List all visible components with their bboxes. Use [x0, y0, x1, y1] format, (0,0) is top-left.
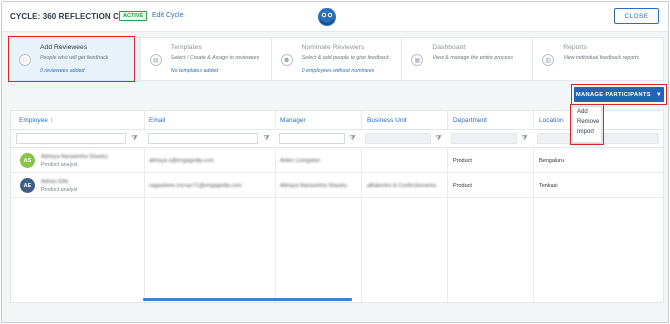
- step-status: 0 employees without nominees: [301, 68, 375, 74]
- dashboard-icon: ▦: [411, 54, 424, 66]
- employee-location: Tenkasi: [539, 183, 558, 189]
- employee-role: Product analyst: [41, 162, 78, 168]
- step-dashboard[interactable]: ▦ Dashboard View & manage the entire pro…: [402, 38, 534, 80]
- users-icon: ⚉: [280, 54, 293, 66]
- table-row[interactable]: AE Adrian Ellis Product analyst nagashre…: [11, 174, 663, 198]
- employee-role: Product analyst: [41, 187, 78, 193]
- employee-name: Abhaya Narasimha Shastry: [41, 154, 108, 160]
- avatar: AS: [20, 153, 35, 168]
- manager-filter-input[interactable]: [279, 133, 345, 144]
- participants-table: Employee ↑ Email Manager Business Unit D…: [10, 110, 664, 304]
- employee-name: Adrian Ellis: [41, 179, 69, 185]
- employee-email: nagashree.ms+pc71@engagedly.com: [149, 183, 242, 189]
- app-window: CYCLE: 360 REFLECTION CYCLE ACTIVE Edit …: [1, 1, 669, 323]
- step-templates[interactable]: ▤ Templates Select / Create & Assign to …: [141, 38, 272, 80]
- column-header-email[interactable]: Email: [149, 117, 165, 124]
- highlight-outline-menu: [570, 104, 604, 145]
- step-title: Templates: [170, 44, 202, 51]
- close-button[interactable]: CLOSE: [614, 8, 659, 24]
- step-reports[interactable]: ▥ Reports View individual feedback repor…: [533, 38, 663, 80]
- brand-logo-icon: [318, 8, 336, 26]
- step-desc: View & manage the entire process: [432, 55, 513, 61]
- filter-icon[interactable]: ⧩: [520, 133, 529, 144]
- filter-icon[interactable]: ⧩: [262, 133, 271, 144]
- column-header-manager[interactable]: Manager: [280, 117, 306, 124]
- employee-manager: Abhaya Narasimha Shastry: [280, 183, 347, 189]
- column-header-business-unit[interactable]: Business Unit: [367, 117, 407, 124]
- avatar: AE: [20, 178, 35, 193]
- step-desc: Select & add people to give feedback: [301, 55, 390, 61]
- step-title: Nominate Reviewers: [301, 44, 365, 51]
- step-desc: Select / Create & Assign to reviewees: [170, 55, 260, 61]
- reports-icon: ▥: [542, 54, 555, 66]
- edit-cycle-link[interactable]: Edit Cycle: [152, 12, 184, 19]
- filter-icon[interactable]: ⧩: [348, 133, 357, 144]
- column-header-location[interactable]: Location: [539, 117, 564, 124]
- highlight-outline-step: [8, 36, 135, 82]
- email-filter-input[interactable]: [148, 133, 258, 144]
- step-title: Reports: [563, 44, 587, 51]
- table-header: Employee ↑ Email Manager Business Unit D…: [11, 111, 663, 130]
- step-nominate-reviewers[interactable]: ⚉ Nominate Reviewers Select & add people…: [272, 38, 403, 80]
- employee-email: abhaya.s@engagedly.com: [149, 158, 214, 164]
- step-desc: View individual feedback reports: [563, 55, 640, 61]
- horizontal-scrollbar[interactable]: [143, 298, 352, 301]
- header-bar: CYCLE: 360 REFLECTION CYCLE ACTIVE Edit …: [2, 2, 668, 32]
- employee-department: Product: [453, 158, 472, 164]
- filter-row: ⧩ ⧩ ⧩ ⧩ ⧩: [11, 130, 663, 148]
- department-filter-input[interactable]: [451, 133, 517, 144]
- step-status: No templates added: [170, 68, 219, 74]
- column-header-employee[interactable]: Employee ↑: [19, 117, 53, 124]
- employee-business-unit: aBakeries & Confectionaries: [367, 183, 437, 189]
- filter-icon[interactable]: ⧩: [434, 133, 443, 144]
- employee-filter-input[interactable]: [16, 133, 126, 144]
- table-row[interactable]: AS Abhaya Narasimha Shastry Product anal…: [11, 149, 663, 173]
- business-unit-filter-input[interactable]: [365, 133, 431, 144]
- step-title: Dashboard: [432, 44, 466, 51]
- employee-location: Bengaluru: [539, 158, 565, 164]
- template-icon: ▤: [149, 54, 162, 66]
- employee-department: Product: [453, 183, 472, 189]
- filter-icon[interactable]: ⧩: [130, 133, 139, 144]
- status-badge: ACTIVE: [119, 11, 148, 21]
- employee-manager: Aiden Livingston: [280, 158, 321, 164]
- column-header-department[interactable]: Department: [453, 117, 487, 124]
- highlight-outline-manage: [571, 84, 667, 105]
- sort-up-icon[interactable]: ↑: [50, 117, 53, 124]
